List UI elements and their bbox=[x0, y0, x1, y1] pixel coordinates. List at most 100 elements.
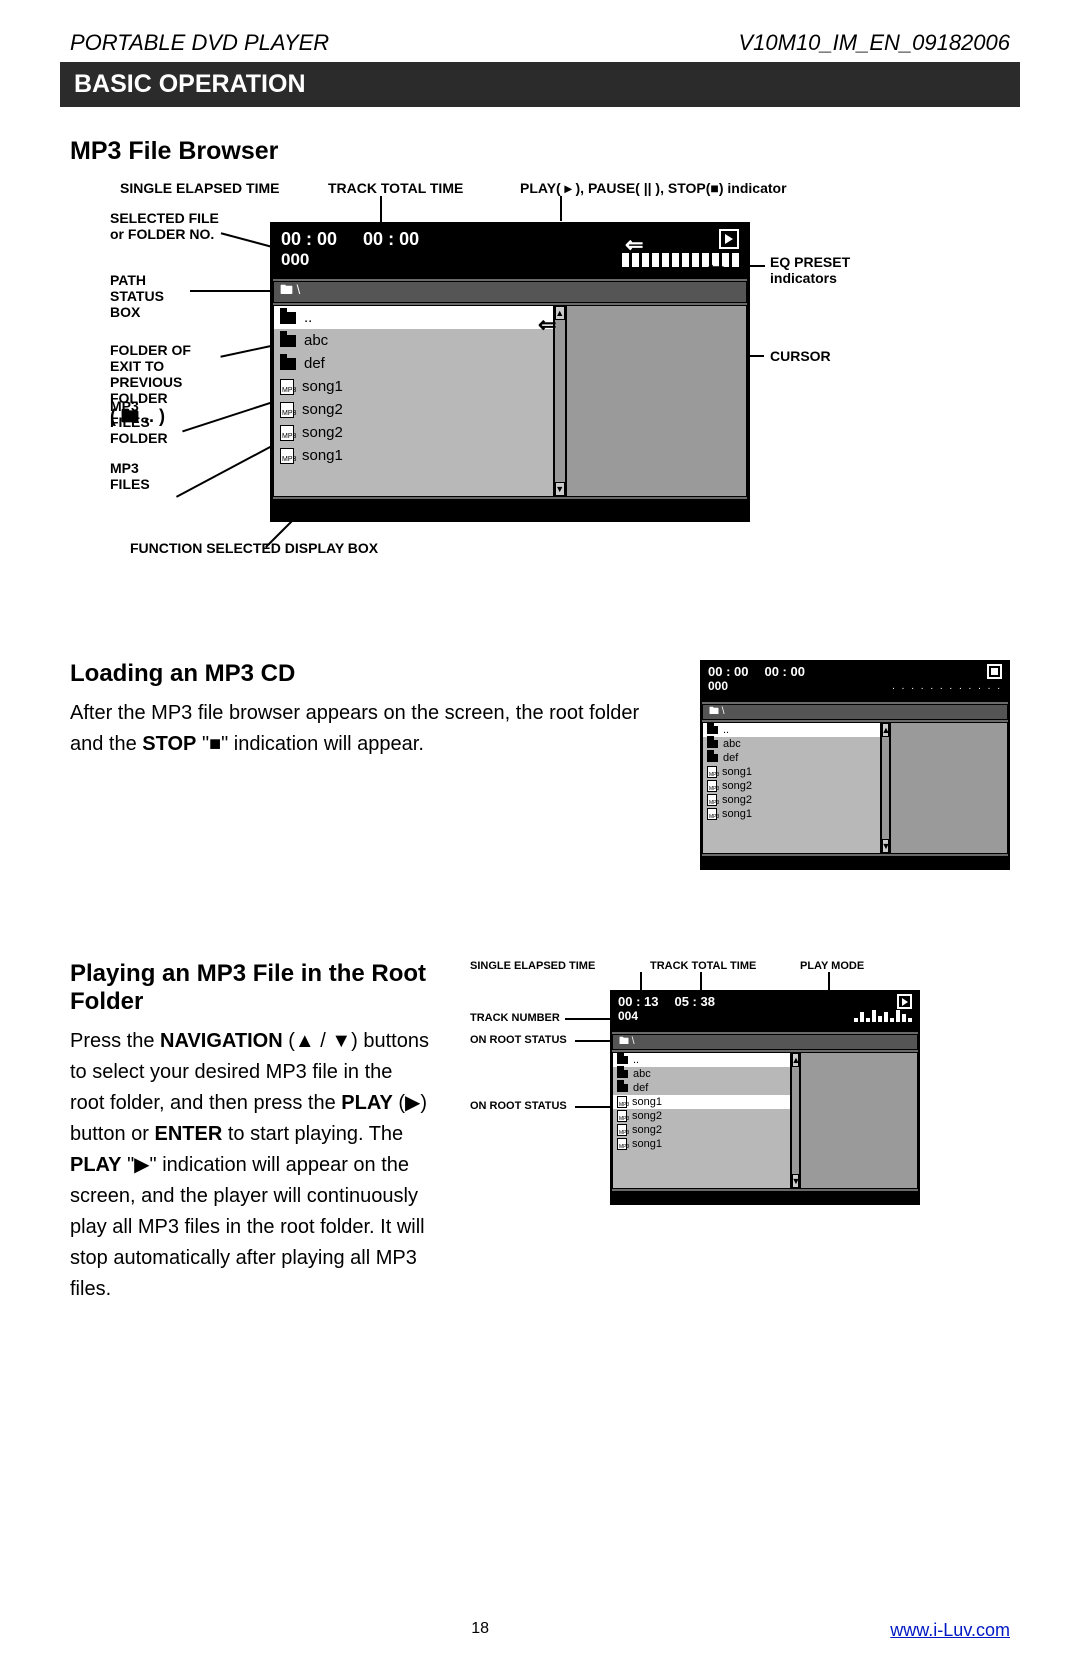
preview-pane bbox=[801, 1053, 917, 1188]
lbl-selected: SELECTED FILE or FOLDER NO. bbox=[110, 210, 219, 242]
scroll-down-icon[interactable]: ▼ bbox=[792, 1174, 799, 1188]
footer-link[interactable]: www.i-Luv.com bbox=[890, 1620, 1010, 1641]
folder-item[interactable]: .. bbox=[703, 723, 880, 737]
item-label: song1 bbox=[632, 1096, 662, 1108]
mp3-file-icon: MP3 bbox=[280, 402, 294, 418]
lbl-func-box: FUNCTION SELECTED DISPLAY BOX bbox=[130, 540, 378, 556]
time-total: 05 : 38 bbox=[674, 994, 714, 1009]
function-display-box bbox=[702, 856, 1008, 870]
folder-item[interactable]: abc bbox=[274, 329, 553, 352]
scroll-down-icon[interactable]: ▼ bbox=[882, 839, 889, 853]
item-label: song2 bbox=[722, 780, 752, 792]
mp3-file-icon: MP3 bbox=[617, 1096, 627, 1108]
item-label: song1 bbox=[632, 1138, 662, 1150]
file-item[interactable]: MP3 song1 bbox=[613, 1137, 790, 1151]
item-label: song2 bbox=[722, 794, 752, 806]
mp3-file-icon: MP3 bbox=[707, 794, 717, 806]
item-label: .. bbox=[723, 724, 729, 736]
item-label: def bbox=[304, 355, 325, 372]
stop-indicator-icon bbox=[987, 664, 1002, 679]
lbl-mp3-files: MP3 FILES bbox=[110, 460, 150, 492]
scroll-down-icon[interactable]: ▼ bbox=[555, 482, 565, 496]
track-number: 000 bbox=[281, 250, 309, 270]
folder-item[interactable]: .. bbox=[274, 306, 553, 329]
file-item[interactable]: MP3song1 bbox=[703, 807, 880, 821]
item-label: song2 bbox=[302, 424, 343, 441]
figure-mp3-browser: SINGLE ELAPSED TIME TRACK TOTAL TIME PLA… bbox=[70, 180, 1010, 600]
file-item[interactable]: MP3 song2 bbox=[274, 421, 553, 444]
mp3-file-icon: MP3 bbox=[617, 1138, 627, 1150]
folder-item[interactable]: def bbox=[274, 352, 553, 375]
mp3-file-icon: MP3 bbox=[617, 1124, 627, 1136]
h3-playing: Playing an MP3 File in the Root Folder bbox=[70, 960, 430, 1016]
file-item[interactable]: MP3 song2 bbox=[613, 1123, 790, 1137]
folder-icon bbox=[617, 1070, 628, 1078]
lbl-cursor: CURSOR bbox=[770, 348, 831, 364]
mp3-file-icon: MP3 bbox=[280, 448, 294, 464]
lbl-track-total: TRACK TOTAL TIME bbox=[328, 180, 463, 196]
h3-loading: Loading an MP3 CD bbox=[70, 660, 660, 688]
doc-title-left: PORTABLE DVD PLAYER bbox=[70, 30, 329, 56]
folder-item[interactable]: .. bbox=[613, 1053, 790, 1067]
track-number: 004 bbox=[618, 1009, 638, 1023]
file-list[interactable]: ..abcdefMP3song1MP3song2MP3song2MP3song1 bbox=[274, 306, 553, 496]
lbl-on-root-1: ON ROOT STATUS bbox=[470, 1034, 567, 1046]
figure-playing: SINGLE ELAPSED TIME TRACK TOTAL TIME PLA… bbox=[470, 960, 920, 1220]
folder-icon bbox=[617, 1084, 628, 1092]
para-loading: After the MP3 file browser appears on th… bbox=[70, 698, 660, 760]
folder-icon bbox=[707, 740, 718, 748]
file-item[interactable]: MP3song2 bbox=[613, 1109, 790, 1123]
time-elapsed: 00 : 00 bbox=[708, 664, 748, 679]
item-label: song2 bbox=[632, 1124, 662, 1136]
lbl-single-elapsed: SINGLE ELAPSED TIME bbox=[120, 180, 279, 196]
file-item[interactable]: MP3song1 bbox=[274, 375, 553, 398]
preview-pane bbox=[891, 723, 1007, 853]
para-playing: Press the NAVIGATION (▲ / ▼) buttons to … bbox=[70, 1026, 430, 1305]
item-label: song1 bbox=[302, 378, 343, 395]
file-list[interactable]: ..abcdefMP3song1MP3song2MP3song2MP3song1 bbox=[613, 1053, 790, 1188]
folder-icon bbox=[280, 312, 296, 324]
mp3-browser-window-playing: 00 : 13 05 : 38 004 🖿 \ ..abcdefMP3song1… bbox=[610, 990, 920, 1205]
item-label: song1 bbox=[722, 766, 752, 778]
play-indicator-icon bbox=[897, 994, 912, 1009]
file-item[interactable]: MP3 song2 bbox=[274, 398, 553, 421]
mp3-file-icon: MP3 bbox=[280, 425, 294, 441]
item-label: song2 bbox=[302, 401, 343, 418]
file-item[interactable]: MP3 song1 bbox=[613, 1095, 790, 1109]
folder-icon bbox=[280, 335, 296, 347]
item-label: abc bbox=[304, 332, 328, 349]
scrollbar[interactable]: ▲ ▼ bbox=[880, 723, 891, 853]
folder-item[interactable]: def bbox=[703, 751, 880, 765]
section-heading: BASIC OPERATION bbox=[60, 62, 1020, 107]
folder-icon bbox=[707, 754, 718, 762]
function-display-box bbox=[273, 499, 747, 521]
h2-browser: MP3 File Browser bbox=[70, 137, 1010, 166]
file-item[interactable]: MP3 song1 bbox=[274, 444, 553, 467]
file-item[interactable]: MP3song2 bbox=[703, 779, 880, 793]
preview-pane bbox=[567, 306, 746, 496]
lbl-path-status: PATH STATUS BOX bbox=[110, 272, 164, 320]
file-item[interactable]: MP3 song2 bbox=[703, 793, 880, 807]
lbl-track-num: TRACK NUMBER bbox=[470, 1012, 560, 1024]
folder-item[interactable]: def bbox=[613, 1081, 790, 1095]
play-indicator-icon bbox=[719, 229, 739, 249]
lbl-play-mode: PLAY MODE bbox=[800, 960, 864, 972]
folder-item[interactable]: abc bbox=[613, 1067, 790, 1081]
lbl-on-root-2: ON ROOT STATUS bbox=[470, 1100, 567, 1112]
eq-indicator bbox=[854, 1010, 912, 1022]
lbl-eq: EQ PRESET indicators bbox=[770, 254, 850, 286]
path-status-box: 🖿 \ bbox=[273, 281, 747, 303]
folder-icon bbox=[280, 358, 296, 370]
track-number: 000 bbox=[708, 679, 728, 693]
file-item[interactable]: MP3song1 bbox=[703, 765, 880, 779]
scroll-up-icon[interactable]: ▲ bbox=[792, 1053, 799, 1067]
item-label: song1 bbox=[302, 447, 343, 464]
item-label: def bbox=[723, 752, 738, 764]
lbl-track-total: TRACK TOTAL TIME bbox=[650, 960, 756, 972]
file-list[interactable]: ..abcdefMP3song1MP3song2MP3song2MP3song1 bbox=[703, 723, 880, 853]
folder-item[interactable]: abc bbox=[703, 737, 880, 751]
header-area: 00 : 00 00 : 00 000 bbox=[273, 225, 747, 279]
scrollbar[interactable]: ▲ ▼ bbox=[790, 1053, 801, 1188]
function-display-box bbox=[612, 1191, 918, 1205]
scroll-up-icon[interactable]: ▲ bbox=[882, 723, 889, 737]
